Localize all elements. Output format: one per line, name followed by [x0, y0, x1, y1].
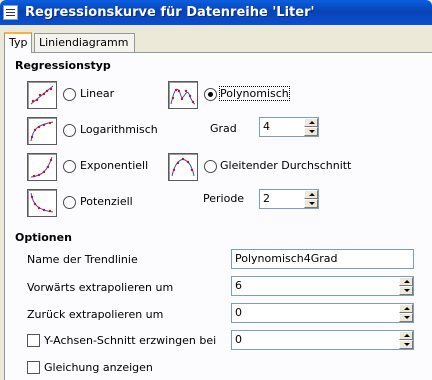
backward-extrapolate-spinbox[interactable]: 0	[231, 303, 414, 323]
exponential-preview-icon[interactable]	[27, 153, 57, 181]
logarithmic-preview-icon[interactable]	[27, 117, 57, 145]
trendline-name-value: Polynomisch4Grad	[235, 252, 338, 265]
forward-extrapolate-value: 6	[235, 279, 242, 292]
force-intercept-label: Y-Achsen-Schnitt erzwingen bei	[44, 334, 217, 347]
periode-label: Periode	[203, 192, 245, 205]
forward-decrement-button[interactable]	[399, 286, 413, 295]
polynomial-radio[interactable]	[204, 88, 217, 101]
grad-label: Grad	[210, 122, 237, 135]
linear-radio[interactable]	[63, 88, 76, 101]
exponential-label: Exponentiell	[80, 159, 149, 172]
logarithmic-radio[interactable]	[63, 124, 76, 137]
grad-increment-button[interactable]	[304, 118, 318, 127]
power-label: Potenziell	[80, 195, 133, 208]
polynomial-label: Polynomisch	[219, 86, 290, 101]
logarithmic-label: Logarithmisch	[80, 123, 158, 136]
polynomial-preview-icon[interactable]	[168, 81, 198, 109]
force-intercept-spinbox[interactable]: 0	[231, 330, 414, 350]
show-equation-label: Gleichung anzeigen	[44, 361, 153, 374]
regression-type-heading: Regressionstyp	[15, 59, 111, 72]
periode-increment-button[interactable]	[304, 190, 318, 199]
options-heading: Optionen	[15, 231, 72, 244]
forward-extrapolate-spinbox[interactable]: 6	[231, 276, 414, 296]
grad-value: 4	[263, 120, 270, 133]
linear-preview-icon[interactable]	[27, 81, 57, 109]
grad-decrement-button[interactable]	[304, 127, 318, 136]
moving-average-preview-icon[interactable]	[168, 153, 198, 181]
tab-liniendiagramm[interactable]: Liniendiagramm	[34, 33, 135, 52]
backward-extrapolate-value: 0	[235, 306, 242, 319]
linear-label: Linear	[80, 87, 115, 100]
trendline-name-input[interactable]: Polynomisch4Grad	[231, 249, 414, 269]
intercept-decrement-button[interactable]	[399, 340, 413, 349]
backward-increment-button[interactable]	[399, 304, 413, 313]
tab-typ[interactable]: Typ	[4, 32, 32, 53]
periode-decrement-button[interactable]	[304, 199, 318, 208]
moving-average-label: Gleitender Durchschnitt	[220, 159, 352, 172]
force-intercept-value: 0	[235, 333, 242, 346]
periode-spinbox[interactable]: 2	[259, 189, 319, 209]
forward-extrapolate-label: Vorwärts extrapolieren um	[27, 281, 174, 294]
trendline-name-label: Name der Trendlinie	[27, 253, 138, 266]
power-preview-icon[interactable]	[27, 189, 57, 217]
moving-average-radio[interactable]	[204, 160, 217, 173]
backward-decrement-button[interactable]	[399, 313, 413, 322]
exponential-radio[interactable]	[63, 160, 76, 173]
show-equation-checkbox[interactable]	[27, 361, 40, 374]
force-intercept-checkbox[interactable]	[27, 334, 40, 347]
backward-extrapolate-label: Zurück extrapolieren um	[27, 308, 164, 321]
title-bar[interactable]: Regressionskurve für Datenreihe 'Liter'	[0, 0, 432, 25]
grad-spinbox[interactable]: 4	[259, 117, 319, 137]
tab-panel: Regressionstyp Linear Logarithmisch Expo…	[4, 52, 432, 380]
forward-increment-button[interactable]	[399, 277, 413, 286]
power-radio[interactable]	[63, 196, 76, 209]
app-icon	[3, 5, 18, 20]
window-title: Regressionskurve für Datenreihe 'Liter'	[25, 5, 315, 20]
intercept-increment-button[interactable]	[399, 331, 413, 340]
periode-value: 2	[263, 192, 270, 205]
